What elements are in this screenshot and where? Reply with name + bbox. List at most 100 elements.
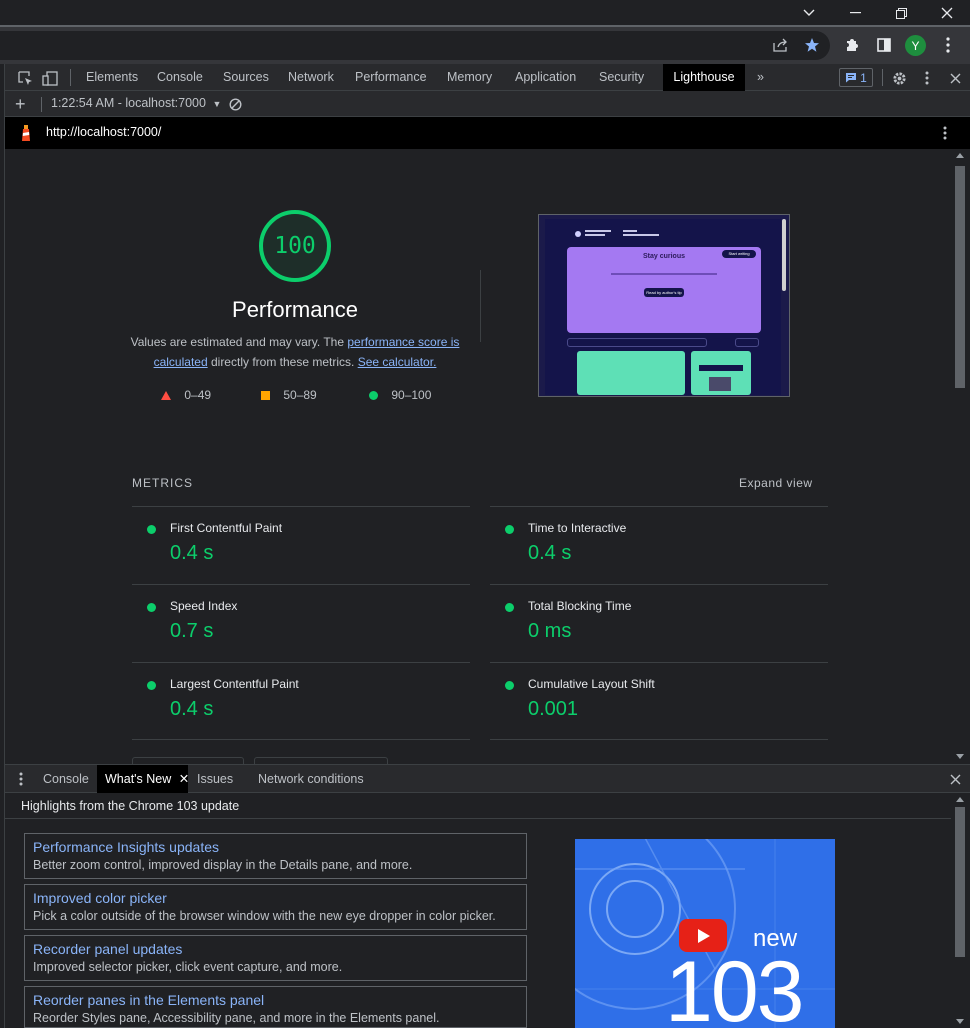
scrollbar-thumb[interactable] [955, 166, 965, 388]
whats-new-item[interactable]: Improved color picker Pick a color outsi… [24, 884, 527, 930]
inspect-element-icon[interactable] [13, 66, 37, 90]
report-selector[interactable]: 1:22:54 AM - localhost:7000 ▼ [51, 96, 221, 110]
preview-start-button: Start writing [722, 250, 756, 258]
drawer-tab-whats-new[interactable]: What's New ✕ [97, 765, 189, 793]
drawer-tab-issues[interactable]: Issues [189, 765, 241, 793]
tab-application[interactable]: Application [507, 64, 584, 91]
legend-pass: 90–100 [369, 388, 431, 402]
caret-down-icon: ▼ [212, 99, 222, 109]
restore-button[interactable] [878, 0, 924, 26]
share-icon[interactable] [768, 33, 792, 57]
preview-nav-text [623, 230, 637, 232]
whats-new-item-desc: Pick a color outside of the browser wind… [33, 909, 496, 923]
tab-security[interactable]: Security [591, 64, 652, 91]
preview-read-button: Read by author's tip [644, 288, 684, 297]
performance-score-gauge[interactable]: 100 [259, 210, 331, 282]
metric-value: 0.4 s [528, 542, 572, 564]
minimize-button[interactable] [832, 0, 878, 26]
whats-new-item-title[interactable]: Performance Insights updates [33, 838, 518, 856]
metric-label: Total Blocking Time [528, 599, 632, 613]
customize-menu-icon[interactable] [915, 66, 939, 90]
message-icon [846, 73, 857, 83]
clear-reports-icon[interactable] [223, 92, 247, 116]
square-icon [261, 391, 270, 400]
new-report-button[interactable]: + [15, 93, 26, 115]
preview-scrollbar [782, 219, 786, 291]
whats-new-item-title[interactable]: Improved color picker [33, 889, 518, 907]
close-devtools-icon[interactable] [943, 66, 967, 90]
whats-new-item-desc: Reorder Styles pane, Accessibility pane,… [33, 1011, 440, 1025]
preview-hero-subtitle [611, 273, 717, 275]
preview-card-image [709, 377, 731, 391]
audit-filter-chip[interactable] [132, 757, 244, 764]
profile-avatar[interactable]: Y [905, 35, 926, 56]
metric-value: 0 ms [528, 620, 572, 642]
legend-fail-range: 0–49 [184, 388, 212, 402]
category-title: Performance [232, 297, 358, 322]
scroll-down-arrow-icon[interactable] [956, 1019, 964, 1024]
circle-icon [369, 391, 378, 400]
whats-new-item[interactable]: Recorder panel updates Improved selector… [24, 935, 527, 981]
whats-new-item-desc: Better zoom control, improved display in… [33, 858, 413, 872]
whats-new-item-title[interactable]: Recorder panel updates [33, 940, 518, 958]
see-calculator-link[interactable]: See calculator. [358, 355, 437, 369]
side-panel-icon[interactable] [872, 33, 896, 57]
report-menu-icon[interactable] [943, 126, 947, 145]
drawer-tab-whats-new-label: What's New [105, 772, 172, 786]
drawer-menu-icon[interactable] [19, 772, 23, 791]
tab-search-icon[interactable] [786, 0, 832, 26]
close-drawer-icon[interactable] [943, 767, 967, 791]
scroll-up-arrow-icon[interactable] [956, 153, 964, 158]
whats-new-video-thumbnail[interactable]: new 103 [575, 839, 835, 1028]
tab-memory[interactable]: Memory [439, 64, 500, 91]
address-bar[interactable] [0, 31, 830, 60]
scroll-down-arrow-icon[interactable] [956, 754, 964, 759]
drawer-tab-network-conditions[interactable]: Network conditions [250, 765, 372, 793]
pass-dot-icon [147, 525, 156, 534]
close-tab-icon[interactable]: ✕ [179, 772, 189, 786]
report-scrollbar[interactable] [953, 150, 967, 764]
audit-filter-chip[interactable] [254, 757, 388, 764]
expand-view-toggle[interactable]: Expand view [739, 476, 813, 490]
final-screenshot-thumbnail[interactable]: Stay curious Start writing Read by autho… [538, 214, 790, 397]
legend-pass-range: 90–100 [391, 388, 432, 402]
preview-hero: Stay curious Start writing Read by autho… [567, 247, 761, 333]
drawer-scrollbar[interactable] [953, 793, 967, 1028]
tab-network[interactable]: Network [280, 64, 342, 91]
issues-counter-button[interactable]: 1 [839, 68, 873, 87]
drawer-tab-console[interactable]: Console [35, 765, 97, 793]
tab-console[interactable]: Console [149, 64, 211, 91]
scrollbar-thumb[interactable] [955, 807, 965, 957]
whats-new-item-title[interactable]: Reorder panes in the Elements panel [33, 991, 518, 1009]
score-value: 100 [274, 233, 316, 259]
settings-gear-icon[interactable] [887, 66, 911, 90]
device-toolbar-icon[interactable] [38, 66, 62, 90]
extensions-puzzle-icon[interactable] [840, 33, 864, 57]
bookmark-star-icon[interactable] [800, 33, 824, 57]
legend-average: 50–89 [261, 388, 317, 402]
close-window-button[interactable] [924, 0, 970, 26]
scroll-up-arrow-icon[interactable] [956, 797, 964, 802]
metric-value: 0.001 [528, 698, 579, 720]
whats-new-item[interactable]: Performance Insights updates Better zoom… [24, 833, 527, 879]
preview-card-bar [699, 365, 743, 371]
pass-dot-icon [505, 681, 514, 690]
tab-performance[interactable]: Performance [347, 64, 435, 91]
browser-toolbar: Y [0, 27, 970, 64]
devtools-tabbar: Elements Console Sources Network Perform… [5, 64, 970, 91]
chrome-menu-icon[interactable] [936, 33, 960, 57]
video-version-number: 103 [665, 944, 804, 1028]
tab-lighthouse[interactable]: Lighthouse [663, 64, 745, 91]
tab-elements[interactable]: Elements [78, 64, 146, 91]
preview-logo-text [585, 234, 605, 236]
preview-nav-text [623, 234, 659, 236]
lighthouse-toolbar: + 1:22:54 AM - localhost:7000 ▼ [5, 91, 970, 117]
more-tabs-icon[interactable]: » [749, 64, 772, 91]
preview-search-button [735, 338, 759, 347]
whats-new-item[interactable]: Reorder panes in the Elements panel Reor… [24, 986, 527, 1028]
tab-sources[interactable]: Sources [215, 64, 277, 91]
audited-url[interactable]: http://localhost:7000/ [46, 125, 161, 139]
metric-largest-contentful-paint: Largest Contentful Paint 0.4 s [132, 662, 470, 740]
pass-dot-icon [505, 603, 514, 612]
whats-new-header: Highlights from the Chrome 103 update [5, 793, 951, 819]
